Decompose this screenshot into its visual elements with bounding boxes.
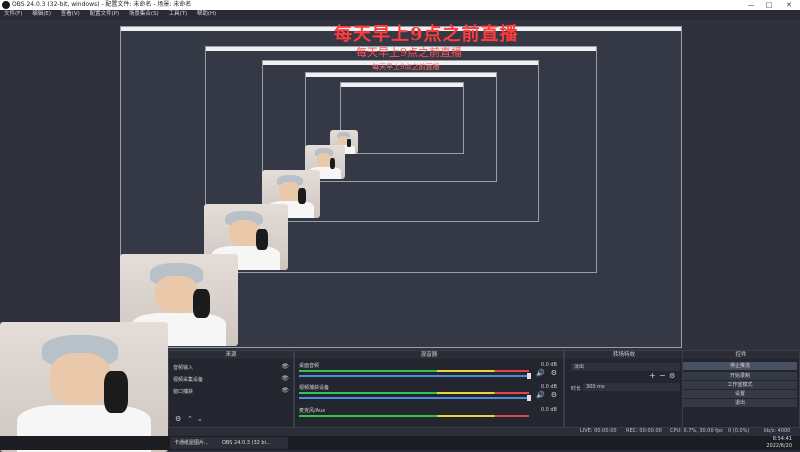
menu-profile[interactable]: 配置文件(P) — [90, 11, 120, 17]
mixer-panel: 混音器 桌面音频 0.0 dB 🔊 ⚙ 视频捕获设备 0.0 dB 🔊 ⚙ 麦克… — [294, 350, 564, 428]
clock-date: 2022/6/20 — [766, 443, 792, 449]
move-up-icon[interactable]: ⌃ — [187, 415, 193, 423]
minimize-icon[interactable]: — — [744, 0, 758, 10]
volume-slider-handle[interactable] — [527, 395, 531, 401]
stop-streaming-button[interactable]: 停止推流 — [683, 362, 797, 370]
status-bar: LIVE: 00:00:00 REC: 00:00:00 CPU: 0.7%, … — [560, 426, 800, 436]
mixer-channel-name: 视频捕获设备 — [299, 385, 330, 391]
transition-type-select[interactable]: 淡出 — [571, 363, 680, 371]
menu-scene-collection[interactable]: 场景集合(S) — [129, 11, 159, 17]
transition-gear-icon[interactable]: ⚙ — [669, 372, 675, 380]
mixer-channel: 桌面音频 0.0 dB 🔊 ⚙ — [299, 362, 557, 380]
rec-timer: REC: 00:00:00 — [626, 428, 662, 434]
close-icon[interactable]: ✕ — [782, 0, 796, 10]
live-timer: LIVE: 00:00:00 — [580, 428, 617, 434]
mixer-channel-name: 麦克风/Aux — [299, 408, 326, 414]
mixer-channel-db: 0.0 dB — [540, 362, 557, 368]
source-item[interactable]: 视频采集设备 — [173, 376, 203, 383]
bitrate: kb/s: 4000 — [764, 428, 791, 434]
taskbar-item-obs[interactable]: OBS 24.0.3 (32 bi... — [218, 437, 288, 449]
volume-slider-handle[interactable] — [527, 373, 531, 379]
preview-canvas[interactable]: 每天早上9点之前直播 每天早上9点之前直播 每天早上9点之前直播 — [0, 20, 800, 452]
obs-app-icon — [2, 1, 10, 9]
duration-input[interactable]: 300 ms — [583, 383, 680, 391]
settings-gear-icon[interactable]: ⚙ — [175, 415, 181, 423]
gear-icon[interactable]: ⚙ — [551, 391, 557, 399]
overlay-text-main: 每天早上9点之前直播 — [334, 24, 519, 45]
dropped-frames: 0 (0.0%) — [728, 428, 750, 434]
overlay-text-nested-2: 每天早上9点之前直播 — [372, 63, 440, 71]
duration-label: 时长 — [571, 386, 582, 392]
add-transition-icon[interactable]: + — [649, 371, 656, 380]
speaker-icon[interactable]: 🔊 — [536, 369, 545, 377]
mixer-panel-title: 混音器 — [295, 351, 563, 359]
webcam-image-main — [0, 322, 168, 452]
cpu-fps: CPU: 0.7%, 30.00 fps — [670, 428, 723, 434]
menu-view[interactable]: 查看(V) — [61, 11, 80, 17]
transition-panel: 转场特效 淡出 + − ⚙ 时长 300 ms — [564, 350, 684, 428]
menu-edit[interactable]: 编辑(E) — [32, 11, 51, 17]
mixer-channel-name: 桌面音频 — [299, 363, 320, 369]
menu-help[interactable]: 帮助(H) — [197, 11, 216, 17]
menu-file[interactable]: 文件(F) — [4, 11, 22, 17]
eye-icon[interactable]: 👁 — [281, 363, 289, 370]
volume-meter — [299, 392, 529, 394]
menu-bar: 文件(F) 编辑(E) 查看(V) 配置文件(P) 场景集合(S) 工具(T) … — [0, 10, 800, 19]
volume-slider[interactable] — [299, 375, 529, 377]
sources-panel: 来源 音频输入 视频采集设备 窗口捕获 👁 👁 👁 ⚙ ⌃ ⌄ — [168, 350, 294, 428]
eye-icon[interactable]: 👁 — [281, 375, 289, 382]
volume-slider[interactable] — [299, 397, 529, 399]
overlay-text-nested-1: 每天早上9点之前直播 — [356, 46, 462, 59]
volume-meter — [299, 415, 529, 417]
source-item[interactable]: 窗口捕获 — [173, 388, 193, 395]
speaker-icon[interactable]: 🔊 — [536, 391, 545, 399]
move-down-icon[interactable]: ⌄ — [197, 415, 203, 423]
studio-mode-button[interactable]: 工作室模式 — [683, 381, 797, 389]
sources-panel-title: 来源 — [169, 351, 293, 359]
mixer-channel-db: 0.0 dB — [540, 407, 557, 413]
controls-panel-title: 控件 — [683, 351, 799, 359]
start-recording-button[interactable]: 开始录制 — [683, 372, 797, 380]
taskbar: 卡通纸屋图片... OBS 24.0.3 (32 bi... 8:54:41 2… — [0, 436, 800, 450]
exit-button[interactable]: 退出 — [683, 399, 797, 407]
gear-icon[interactable]: ⚙ — [551, 369, 557, 377]
nested-preview-5 — [340, 82, 464, 154]
volume-meter — [299, 370, 529, 372]
window-title: OBS 24.0.3 (32-bit, windows) - 配置文件: 未命名… — [12, 1, 192, 8]
mixer-channel-db: 0.0 dB — [540, 384, 557, 390]
window-titlebar: OBS 24.0.3 (32-bit, windows) - 配置文件: 未命名… — [0, 0, 800, 10]
maximize-icon[interactable]: □ — [762, 0, 776, 10]
settings-button[interactable]: 设置 — [683, 390, 797, 398]
taskbar-item[interactable]: 卡通纸屋图片... — [170, 437, 218, 449]
menu-tools[interactable]: 工具(T) — [168, 11, 187, 17]
transition-panel-title: 转场特效 — [565, 351, 683, 359]
remove-transition-icon[interactable]: − — [659, 371, 666, 380]
mixer-channel: 麦克风/Aux 0.0 dB — [299, 407, 557, 425]
mixer-channel: 视频捕获设备 0.0 dB 🔊 ⚙ — [299, 384, 557, 402]
clock-time: 8:54:41 — [772, 436, 792, 442]
taskbar-clock[interactable]: 8:54:41 2022/6/20 — [766, 436, 792, 450]
source-item[interactable]: 音频输入 — [173, 364, 193, 371]
eye-icon[interactable]: 👁 — [281, 387, 289, 394]
